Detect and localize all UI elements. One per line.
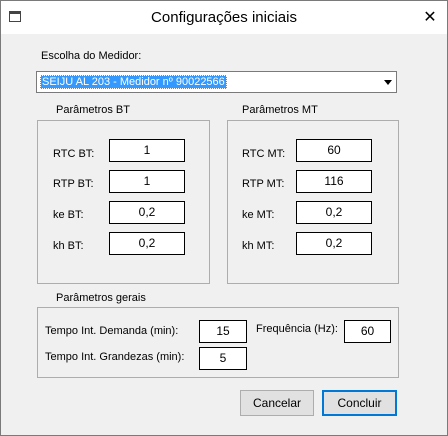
cancel-button[interactable]: Cancelar [240, 390, 314, 416]
rtp-bt-label: RTP BT: [53, 178, 94, 190]
quantities-interval-field[interactable]: 5 [199, 347, 247, 370]
ke-bt-field[interactable]: 0,2 [109, 201, 185, 224]
kh-bt-label: kh BT: [53, 240, 84, 252]
meter-label: Escolha do Medidor: [41, 50, 142, 62]
ke-bt-label: ke BT: [53, 209, 84, 221]
ke-mt-field[interactable]: 0,2 [296, 201, 372, 224]
demand-interval-label: Tempo Int. Demanda (min): [45, 325, 179, 337]
rtc-bt-field[interactable]: 1 [109, 139, 185, 162]
close-icon[interactable]: ✕ [413, 1, 447, 33]
title-bar[interactable]: Configurações iniciais ✕ [1, 1, 447, 34]
ke-mt-label: ke MT: [242, 209, 275, 221]
quantities-interval-label: Tempo Int. Grandezas (min): [45, 351, 185, 363]
kh-mt-field[interactable]: 0,2 [296, 232, 372, 255]
rtp-mt-field[interactable]: 116 [296, 170, 372, 193]
meter-select[interactable]: SEIJU AL 203 - Medidor nº 90022566 [36, 71, 397, 93]
chevron-down-icon[interactable] [384, 80, 392, 85]
kh-bt-field[interactable]: 0,2 [109, 232, 185, 255]
rtc-bt-label: RTC BT: [53, 148, 95, 160]
rtp-bt-field[interactable]: 1 [109, 170, 185, 193]
meter-selected-value: SEIJU AL 203 - Medidor nº 90022566 [40, 75, 227, 89]
window-title: Configurações iniciais [151, 9, 297, 26]
rtc-mt-field[interactable]: 60 [296, 139, 372, 162]
finish-button[interactable]: Concluir [322, 390, 397, 416]
rtp-mt-label: RTP MT: [242, 178, 285, 190]
general-group-title: Parâmetros gerais [54, 292, 148, 304]
frequency-field[interactable]: 60 [344, 320, 391, 343]
demand-interval-field[interactable]: 15 [199, 320, 247, 343]
bt-group-title: Parâmetros BT [54, 104, 132, 116]
kh-mt-label: kh MT: [242, 240, 275, 252]
frequency-label: Frequência (Hz): [256, 323, 338, 335]
rtc-mt-label: RTC MT: [242, 148, 286, 160]
mt-group-title: Parâmetros MT [240, 104, 320, 116]
